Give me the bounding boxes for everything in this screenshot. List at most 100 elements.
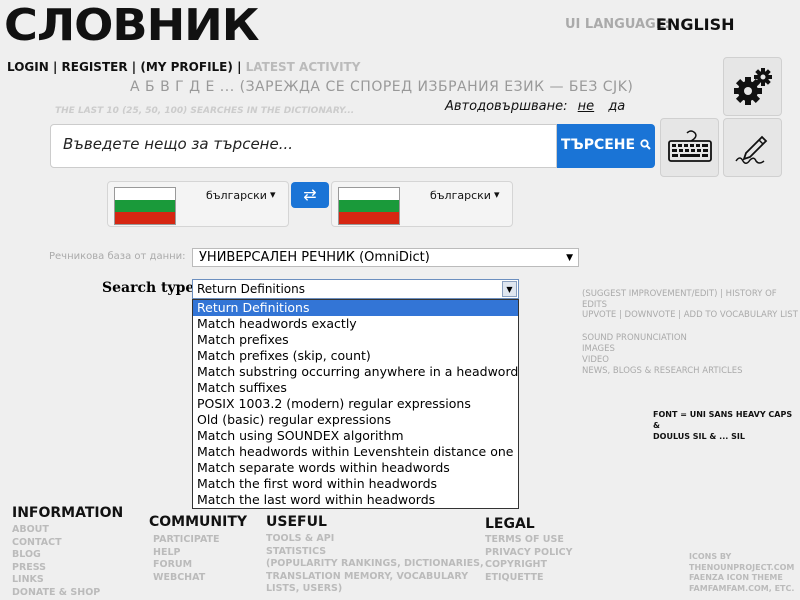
news-link[interactable]: NEWS, BLOGS & RESEARCH ARTICLES	[582, 366, 743, 377]
search-type-option[interactable]: Match headwords exactly	[193, 316, 518, 332]
search-input[interactable]: Въведете нещо за търсене...	[50, 124, 557, 168]
images-link[interactable]: IMAGES	[582, 344, 743, 355]
footer-link[interactable]: DONATE & SHOP	[12, 587, 123, 600]
separator: |	[52, 60, 58, 74]
footer-link[interactable]: LINKS	[12, 574, 123, 587]
search-icon	[640, 139, 651, 150]
search-type-option[interactable]: Match using SOUNDEX algorithm	[193, 428, 518, 444]
search-type-option[interactable]: Match the first word within headwords	[193, 476, 518, 492]
chevron-down-icon[interactable]: ▼	[502, 281, 517, 297]
footer-link[interactable]: PARTICIPATE	[153, 534, 247, 547]
login-link[interactable]: LOGIN	[7, 60, 49, 74]
search-type-option[interactable]: Return Definitions	[193, 300, 518, 316]
footer-link: THENOUNPROJECT.COM	[689, 562, 795, 572]
autocomplete-yes[interactable]: да	[608, 99, 625, 114]
font-note: FONT = UNI SANS HEAVY CAPS & DOULUS SIL …	[653, 409, 792, 442]
search-type-options: Return Definitions Match headwords exactl…	[192, 299, 519, 509]
footer-information: INFORMATION ABOUT CONTACT BLOG PRESS LINKS DO…	[12, 505, 123, 600]
video-link[interactable]: VIDEO	[582, 355, 743, 366]
footer-link[interactable]: LISTS, USERS)	[266, 583, 484, 596]
chevron-down-icon: ▾	[270, 188, 276, 201]
search-type-option[interactable]: Match suffixes	[193, 380, 518, 396]
dictionary-select[interactable]: УНИВЕРСАЛЕН РЕЧНИК (OmniDict) ▼	[192, 248, 579, 267]
search-button-label: ТЪРСЕНЕ	[561, 137, 636, 153]
footer-heading: USEFUL	[266, 514, 327, 530]
search-type-select[interactable]: Return Definitions ▼	[192, 279, 519, 299]
target-language-select[interactable]: български ▾	[331, 181, 513, 227]
handwriting-input-button[interactable]	[723, 118, 782, 177]
footer-link[interactable]: WEBCHAT	[153, 572, 247, 585]
search-type-option[interactable]: Match the last word within headwords	[193, 492, 518, 508]
footer-link[interactable]: STATISTICS	[266, 546, 484, 559]
search-type-option[interactable]: Match prefixes	[193, 332, 518, 348]
site-logo[interactable]: СЛОВНИК	[4, 0, 260, 51]
account-links: LOGIN | REGISTER | (MY PROFILE) | LATEST…	[7, 60, 360, 74]
search-type-selected-value: Return Definitions	[197, 282, 305, 296]
search-button[interactable]: ТЪРСЕНЕ	[557, 124, 655, 168]
search-type-option[interactable]: Old (basic) regular expressions	[193, 412, 518, 428]
footer-link[interactable]: HELP	[153, 547, 247, 560]
source-language-label: български	[206, 189, 267, 202]
search-type-option[interactable]: Match separate words within headwords	[193, 460, 518, 476]
pen-icon	[735, 135, 768, 164]
last-searches-link[interactable]: THE LAST 10 (25, 50, 100) SEARCHES IN TH…	[55, 106, 354, 116]
footer-links: TOOLS & API STATISTICS (POPULARITY RANKING…	[266, 533, 484, 596]
footer-link[interactable]: PRIVACY POLICY	[485, 547, 573, 560]
footer-link[interactable]: (POPULARITY RANKINGS, DICTIONARIES,	[266, 558, 484, 571]
footer-community: COMMUNITY PARTICIPATE HELP FORUM WEBCHAT	[149, 514, 247, 584]
search-type-option[interactable]: POSIX 1003.2 (modern) regular expression…	[193, 396, 518, 412]
autocomplete-label: Автодовършване:	[445, 99, 568, 114]
virtual-keyboard-button[interactable]	[660, 118, 719, 177]
footer-heading: INFORMATION	[12, 505, 124, 521]
footer-link: ICONS BY	[689, 552, 732, 561]
footer-links: PARTICIPATE HELP FORUM WEBCHAT	[153, 534, 247, 584]
settings-button[interactable]	[723, 57, 782, 116]
target-language-label: български	[430, 189, 491, 202]
dictionary-label: Речникова база от данни:	[49, 251, 186, 262]
flag-bulgaria-icon	[114, 187, 176, 225]
vote-links[interactable]: UPVOTE | DOWNVOTE | ADD TO VOCABULARY LI…	[582, 310, 798, 321]
separator: |	[131, 60, 137, 74]
footer-link[interactable]: TOOLS & API	[266, 533, 484, 546]
font-note-line: FONT = UNI SANS HEAVY CAPS	[653, 410, 793, 419]
font-note-line: &	[653, 421, 660, 430]
footer-links: ABOUT CONTACT BLOG PRESS LINKS DONATE & SHOP	[12, 524, 123, 600]
search-type-option[interactable]: Match prefixes (skip, count)	[193, 348, 518, 364]
footer-link[interactable]: PRESS	[12, 562, 123, 575]
sound-pronunciation-link[interactable]: SOUND PRONUNCIATION	[582, 333, 743, 344]
autocomplete-no[interactable]: не	[578, 99, 595, 114]
separator: |	[237, 60, 242, 74]
footer-links: TERMS OF USE PRIVACY POLICY COPYRIGHT ETIQU…	[485, 534, 573, 584]
autocomplete-toggle: Автодовършване: не да	[445, 99, 625, 114]
footer-link[interactable]: ABOUT	[12, 524, 123, 537]
keyboard-icon	[668, 130, 712, 162]
my-profile-link[interactable]: (MY PROFILE)	[140, 60, 233, 74]
footer-link[interactable]: ETIQUETTE	[485, 572, 573, 585]
footer-link[interactable]: TRANSLATION MEMORY, VOCABULARY	[266, 571, 484, 584]
search-type-label: Search type:	[102, 280, 200, 296]
source-language-select[interactable]: български ▾	[107, 181, 289, 227]
suggest-edit-links[interactable]: (SUGGEST IMPROVEMENT/EDIT) | HISTORY OF …	[582, 289, 800, 311]
footer-link[interactable]: TERMS OF USE	[485, 534, 573, 547]
footer-heading: COMMUNITY	[149, 514, 248, 530]
swap-icon: ⇄	[303, 185, 317, 204]
alphabet-bar[interactable]: А Б В Г Д Е ... (ЗАРЕЖДА СЕ СПОРЕД ИЗБРА…	[130, 79, 633, 95]
gear-icon	[734, 68, 772, 105]
icon-credits: ICONS BY THENOUNPROJECT.COM FAENZA ICON TH…	[689, 552, 794, 594]
footer-link[interactable]: CONTACT	[12, 537, 123, 550]
chevron-down-icon: ▼	[566, 253, 573, 263]
flag-bulgaria-icon	[338, 187, 400, 225]
register-link[interactable]: REGISTER	[62, 60, 128, 74]
footer-heading: LEGAL	[485, 516, 535, 532]
latest-activity-link[interactable]: LATEST ACTIVITY	[246, 60, 361, 74]
search-type-option[interactable]: Match headwords within Levenshtein dista…	[193, 444, 518, 460]
footer-link[interactable]: FORUM	[153, 559, 247, 572]
footer-link[interactable]: COPYRIGHT	[485, 559, 573, 572]
ui-language-selector[interactable]: ENGLISH	[656, 15, 735, 34]
media-links: SOUND PRONUNCIATION IMAGES VIDEO NEWS, B…	[582, 333, 743, 377]
footer-link: FAENZA ICON THEME	[689, 573, 783, 582]
search-type-option[interactable]: Match substring occurring anywhere in a …	[193, 364, 518, 380]
swap-languages-button[interactable]: ⇄	[291, 182, 329, 208]
chevron-down-icon: ▾	[494, 188, 500, 201]
footer-link[interactable]: BLOG	[12, 549, 123, 562]
